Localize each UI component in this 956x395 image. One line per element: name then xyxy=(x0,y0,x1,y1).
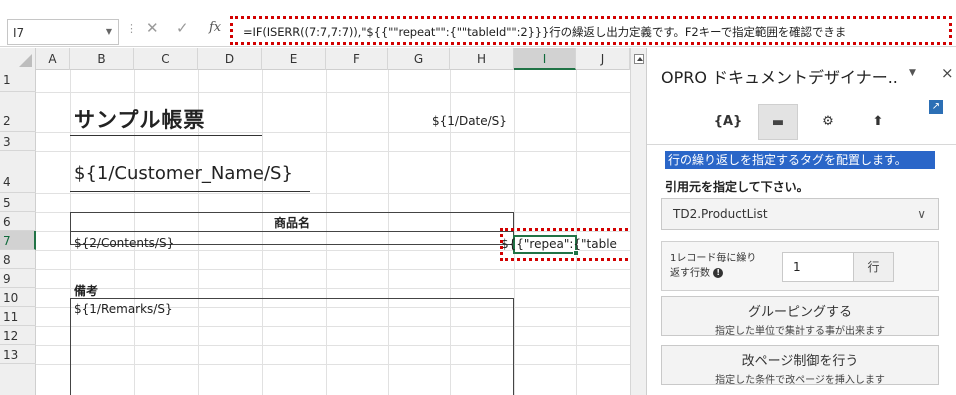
page-break-button-desc: 指定した条件で改ページを挿入します xyxy=(715,375,885,386)
select-all-corner[interactable] xyxy=(0,48,36,70)
scroll-up-icon[interactable] xyxy=(634,54,644,64)
column-header: A B C D E F G H I J xyxy=(0,48,646,70)
date-tag-cell[interactable]: ${1/Date/S} xyxy=(432,114,507,128)
gridline xyxy=(36,151,630,152)
gridline xyxy=(36,193,630,194)
grouping-button-desc: 指定した単位で集計する事が出来ます xyxy=(715,326,885,337)
rows-per-record-input[interactable]: 1 xyxy=(782,252,854,282)
pin-icon[interactable]: ↗ xyxy=(929,100,943,114)
toolbar-divider xyxy=(647,144,956,145)
row-header-11[interactable]: 11 xyxy=(0,307,36,326)
grouping-button[interactable]: グルーピングする 指定した単位で集計する事が出来ます xyxy=(661,296,939,337)
cancel-icon[interactable]: ✕ xyxy=(146,19,159,37)
row-header-6[interactable]: 6 xyxy=(0,212,36,231)
row-header: 1 2 3 4 5 6 7 8 9 10 11 12 13 xyxy=(0,70,36,395)
page-break-button[interactable]: 改ページ制御を行う 指定した条件で改ページを挿入します xyxy=(661,345,939,386)
name-box-value: I7 xyxy=(13,26,25,40)
settings-icon[interactable]: ⚙ xyxy=(808,104,848,140)
vertical-scrollbar[interactable] xyxy=(630,48,646,395)
remarks-tag-cell[interactable]: ${1/Remarks/S} xyxy=(74,302,173,316)
column-header-i[interactable]: I xyxy=(514,48,576,70)
contents-tag-cell[interactable]: ${2/Contents/S} xyxy=(74,236,174,250)
chevron-down-icon[interactable]: ▼ xyxy=(106,27,112,36)
page-break-button-label: 改ページ制御を行う xyxy=(741,354,859,369)
row-header-8[interactable]: 8 xyxy=(0,250,36,269)
gridline xyxy=(36,92,630,93)
grouping-button-label: グルーピングする xyxy=(747,305,852,320)
panel-title: OPRO ドキュメントデザイナー.. xyxy=(661,68,898,87)
customer-underline xyxy=(70,191,310,192)
panel-close-icon[interactable]: × xyxy=(941,64,954,82)
column-header-j[interactable]: J xyxy=(576,48,630,70)
column-header-d[interactable]: D xyxy=(198,48,262,70)
rows-unit-label: 行 xyxy=(854,252,894,282)
fx-icon[interactable]: fx xyxy=(209,20,221,35)
gridline xyxy=(36,269,630,270)
column-header-g[interactable]: G xyxy=(388,48,450,70)
designer-panel: OPRO ドキュメントデザイナー.. ▼ × {A} ▬ ⚙ ⬆ ↗ 行の繰り返… xyxy=(646,48,956,395)
panel-toolbar: {A} ▬ ⚙ ⬆ xyxy=(702,104,908,140)
name-box[interactable]: I7 ▼ xyxy=(7,19,119,45)
table-icon[interactable]: ▬ xyxy=(758,104,798,140)
column-header-h[interactable]: H xyxy=(450,48,514,70)
source-select[interactable]: TD2.ProductList ∨ xyxy=(661,198,939,230)
formula-bar: I7 ▼ ⋮ ✕ ✓ fx =IF(ISERR((7:7,7:7)),"${{"… xyxy=(0,0,956,47)
column-header-e[interactable]: E xyxy=(262,48,326,70)
spreadsheet-grid[interactable]: A B C D E F G H I J 1 2 3 4 5 6 7 8 9 10… xyxy=(0,48,646,395)
row-header-13[interactable]: 13 xyxy=(0,345,36,364)
column-header-a[interactable]: A xyxy=(36,48,70,70)
rows-per-record-label: 1レコード毎に繰り返す行数 ! xyxy=(670,251,760,281)
row-header-3[interactable]: 3 xyxy=(0,132,36,151)
customer-tag-cell[interactable]: ${1/Customer_Name/S} xyxy=(74,163,293,184)
source-label: 引用元を指定して下さい。 xyxy=(665,180,809,194)
product-table-divider xyxy=(70,231,514,232)
row-header-5[interactable]: 5 xyxy=(0,193,36,212)
row-header-1[interactable]: 1 xyxy=(0,70,36,92)
row-header-7[interactable]: 7 xyxy=(0,231,36,250)
title-underline xyxy=(70,135,262,136)
formula-text: =IF(ISERR((7:7,7:7)),"${{""repeat"":{""t… xyxy=(243,25,847,39)
row-header-10[interactable]: 10 xyxy=(0,288,36,307)
row-header-12[interactable]: 12 xyxy=(0,326,36,345)
separator-icon: ⋮ xyxy=(126,22,137,35)
check-icon[interactable]: ✓ xyxy=(176,19,189,37)
info-icon[interactable]: ! xyxy=(713,268,724,278)
repeat-tag-highlight xyxy=(500,228,646,261)
chevron-down-icon[interactable]: ∨ xyxy=(917,207,926,221)
report-title: サンプル帳票 xyxy=(74,108,206,132)
tag-icon[interactable]: {A} xyxy=(708,104,748,140)
product-name-header: 商品名 xyxy=(274,216,311,230)
remarks-label: 備考 xyxy=(74,284,99,298)
upload-icon[interactable]: ⬆ xyxy=(858,104,898,140)
formula-input[interactable]: =IF(ISERR((7:7,7:7)),"${{""repeat"":{""t… xyxy=(230,16,952,45)
column-header-b[interactable]: B xyxy=(70,48,134,70)
column-header-f[interactable]: F xyxy=(326,48,388,70)
row-header-4[interactable]: 4 xyxy=(0,151,36,193)
source-select-value: TD2.ProductList xyxy=(673,207,768,221)
row-header-9[interactable]: 9 xyxy=(0,269,36,288)
rows-per-record-group: 1レコード毎に繰り返す行数 ! 1 行 xyxy=(661,241,939,291)
column-header-c[interactable]: C xyxy=(134,48,198,70)
row-header-2[interactable]: 2 xyxy=(0,92,36,132)
panel-menu-icon[interactable]: ▼ xyxy=(909,68,916,78)
gridline xyxy=(36,288,630,289)
info-banner: 行の繰り返しを指定するタグを配置します。 xyxy=(665,151,935,169)
